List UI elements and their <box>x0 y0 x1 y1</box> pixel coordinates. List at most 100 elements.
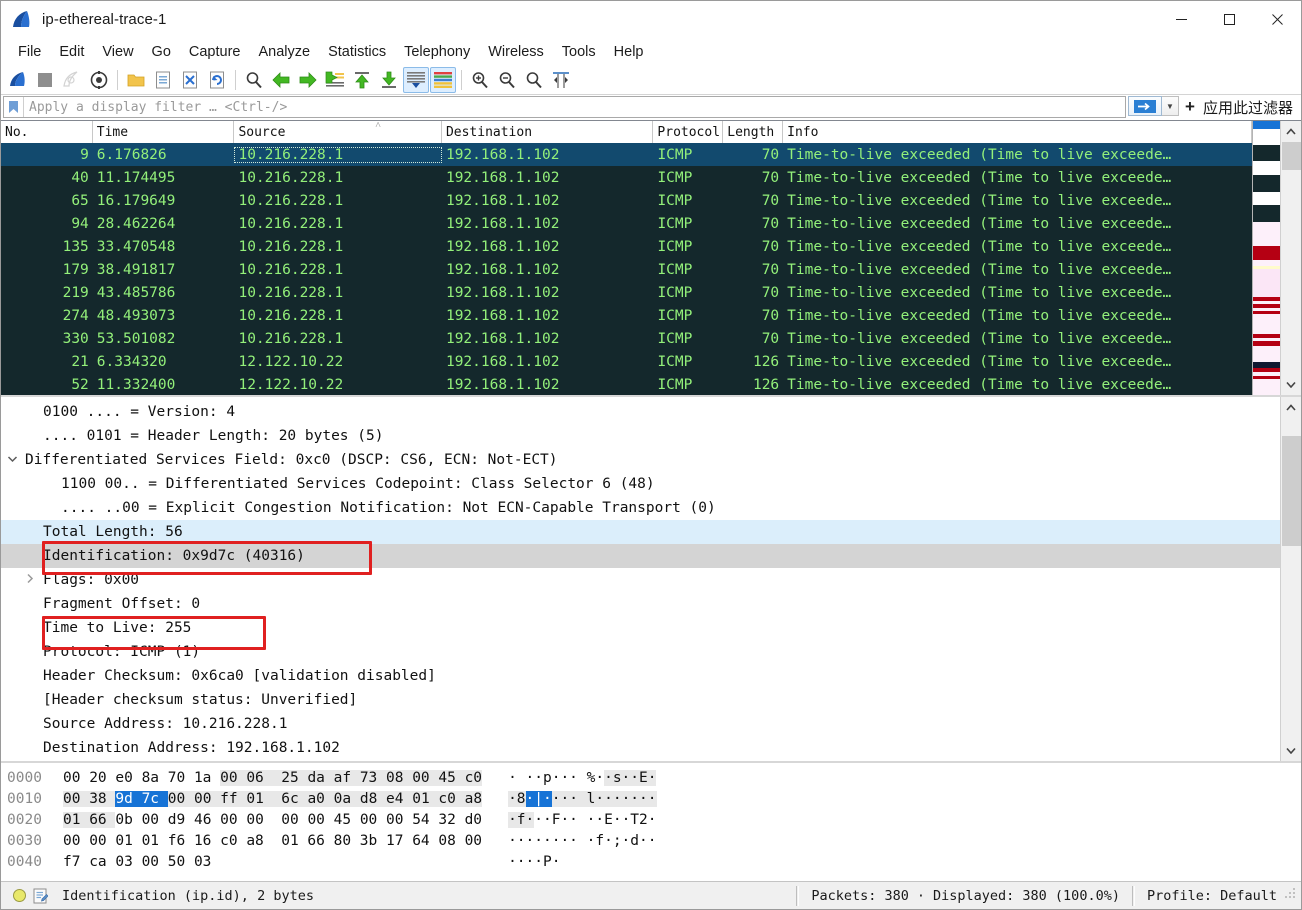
packet-list-body[interactable]: 9 6.176826 10.216.228.1 192.168.1.102 ICMP 70… <box>1 143 1252 395</box>
normal-size-icon[interactable] <box>521 67 547 93</box>
menu-file[interactable]: File <box>9 42 50 63</box>
open-file-icon[interactable] <box>123 67 149 93</box>
hex-ascii-row[interactable]: · ··p··· %· ·s··E· <box>508 767 657 788</box>
auto-scroll-icon[interactable] <box>403 66 429 93</box>
reload-file-icon[interactable] <box>204 67 230 93</box>
packet-row[interactable]: 274 48.493073 10.216.228.1 192.168.1.102 ICM… <box>1 304 1252 327</box>
menu-view[interactable]: View <box>93 42 142 63</box>
column-header-time[interactable]: Time <box>92 121 235 143</box>
detail-row[interactable]: Time to Live: 255 <box>1 616 1280 640</box>
menu-wireless[interactable]: Wireless <box>479 42 553 63</box>
hex-ascii-row[interactable]: ····P· <box>508 851 656 872</box>
zoom-out-icon[interactable] <box>494 67 520 93</box>
detail-row[interactable]: .... 0101 = Header Length: 20 bytes (5) <box>1 424 1280 448</box>
resize-columns-icon[interactable] <box>548 67 574 93</box>
packet-row[interactable]: 52 11.332400 12.122.10.22 192.168.1.102 ICMP… <box>1 373 1252 395</box>
detail-row[interactable]: 0100 .... = Version: 4 <box>1 400 1280 424</box>
details-scroll-down-button[interactable] <box>1281 740 1302 761</box>
apply-filter-button[interactable] <box>1127 96 1162 116</box>
menu-tools[interactable]: Tools <box>553 42 605 63</box>
details-scrollbar-thumb[interactable] <box>1281 436 1301 546</box>
minimize-button[interactable] <box>1157 1 1205 39</box>
hex-dump[interactable]: 0000 0010 0020 0030 0040 00 20 e0 8a 70 1a 00… <box>1 767 657 881</box>
maximize-button[interactable] <box>1205 1 1253 39</box>
apply-this-filter-label[interactable]: 应用此过滤器 <box>1201 96 1299 118</box>
menu-statistics[interactable]: Statistics <box>319 42 395 63</box>
hex-ascii-column[interactable]: · ··p··· %· ·s··E· ·8 ·|· ··· l······· ·f· ··F… <box>508 767 657 881</box>
hex-byte-row[interactable]: 00 20 e0 8a 70 1a 00 06 25 da af 73 08 0… <box>63 767 483 788</box>
column-header-length[interactable]: Length <box>723 121 784 143</box>
hex-byte-row[interactable]: 00 00 01 01 f6 16 c0 a8 01 66 80 3b 17 6… <box>63 830 482 851</box>
column-header-no[interactable]: No. <box>1 121 93 143</box>
menu-go[interactable]: Go <box>143 42 180 63</box>
go-back-icon[interactable] <box>268 67 294 93</box>
hex-ascii-row[interactable]: ·f· ··F·· ··E··T2· <box>508 809 656 830</box>
scrollbar-thumb[interactable] <box>1281 142 1301 170</box>
chevron-down-icon[interactable]: ▼ <box>1161 96 1179 116</box>
menu-help[interactable]: Help <box>605 42 653 63</box>
add-filter-button[interactable]: + <box>1179 96 1201 118</box>
detail-row[interactable]: Total Length: 56 <box>1 520 1280 544</box>
packet-list-minimap[interactable] <box>1252 121 1280 395</box>
detail-row[interactable]: 1100 00.. = Differentiated Services Code… <box>1 472 1280 496</box>
colorize-packets-icon[interactable] <box>430 66 456 93</box>
resize-grip-icon[interactable] <box>1285 887 1297 904</box>
detail-row[interactable]: Destination Address: 192.168.1.102 <box>1 736 1280 760</box>
find-packet-icon[interactable] <box>241 67 267 93</box>
close-file-icon[interactable] <box>177 67 203 93</box>
detail-row[interactable]: Header Checksum: 0x6ca0 [validation disa… <box>1 664 1280 688</box>
packet-row[interactable]: 65 16.179649 10.216.228.1 192.168.1.102 ICMP… <box>1 189 1252 212</box>
scroll-down-button[interactable] <box>1281 374 1302 395</box>
chevron-down-icon[interactable] <box>1 455 23 466</box>
menu-telephony[interactable]: Telephony <box>395 42 479 63</box>
restart-capture-icon[interactable] <box>59 67 85 93</box>
stop-capture-icon[interactable] <box>32 67 58 93</box>
detail-row[interactable]: [Header checksum status: Unverified] <box>1 688 1280 712</box>
chevron-right-icon[interactable] <box>19 573 41 587</box>
go-forward-icon[interactable] <box>295 67 321 93</box>
go-first-packet-icon[interactable] <box>349 67 375 93</box>
packet-row[interactable]: 179 38.491817 10.216.228.1 192.168.1.102 ICM… <box>1 258 1252 281</box>
packet-row[interactable]: 21 6.334320 12.122.10.22 192.168.1.102 ICMP 1… <box>1 350 1252 373</box>
column-header-info[interactable]: Info <box>783 121 1252 143</box>
hex-bytes-column[interactable]: 00 20 e0 8a 70 1a 00 06 25 da af 73 08 0… <box>63 767 483 881</box>
column-header-protocol[interactable]: Protocol <box>653 121 724 143</box>
packet-row[interactable]: 330 53.501082 10.216.228.1 192.168.1.102 ICM… <box>1 327 1252 350</box>
start-capture-icon[interactable] <box>5 67 31 93</box>
capture-file-properties-icon[interactable] <box>33 888 48 904</box>
packet-row[interactable]: 9 6.176826 10.216.228.1 192.168.1.102 ICMP 70… <box>1 143 1252 166</box>
menu-analyze[interactable]: Analyze <box>249 42 319 63</box>
details-scroll-up-button[interactable] <box>1281 397 1302 418</box>
go-last-packet-icon[interactable] <box>376 67 402 93</box>
detail-row[interactable]: Source Address: 10.216.228.1 <box>1 712 1280 736</box>
packet-bytes-pane[interactable]: 0000 0010 0020 0030 0040 00 20 e0 8a 70 1a 00… <box>1 761 1301 881</box>
detail-row[interactable]: Protocol: ICMP (1) <box>1 640 1280 664</box>
close-button[interactable] <box>1253 1 1301 39</box>
hex-byte-row[interactable]: f7 ca 03 00 50 03 <box>63 851 482 872</box>
hex-ascii-row[interactable]: ········ ·f·;·d·· <box>508 830 656 851</box>
packet-row[interactable]: 40 11.174495 10.216.228.1 192.168.1.102 ICMP… <box>1 166 1252 189</box>
scroll-up-button[interactable] <box>1281 121 1302 142</box>
hex-ascii-row[interactable]: ·8 ·|· ··· l······· <box>508 788 657 809</box>
status-profile[interactable]: Profile: Default <box>1139 885 1285 907</box>
detail-row[interactable]: Identification: 0x9d7c (40316) <box>1 544 1280 568</box>
capture-options-icon[interactable] <box>86 67 112 93</box>
packet-details-tree[interactable]: 0100 .... = Version: 4 .... 0101 = Header… <box>1 397 1280 761</box>
detail-row[interactable]: Flags: 0x00 <box>1 568 1280 592</box>
bookmark-icon[interactable] <box>4 97 24 117</box>
packet-row[interactable]: 135 33.470548 10.216.228.1 192.168.1.102 ICM… <box>1 235 1252 258</box>
detail-row[interactable]: Fragment Offset: 0 <box>1 592 1280 616</box>
search-input[interactable]: Apply a display filter … <Ctrl-/> <box>24 100 1125 115</box>
packet-row[interactable]: 219 43.485786 10.216.228.1 192.168.1.102 ICM… <box>1 281 1252 304</box>
menu-capture[interactable]: Capture <box>180 42 250 63</box>
detail-row[interactable]: .... ..00 = Explicit Congestion Notifica… <box>1 496 1280 520</box>
hex-byte-row[interactable]: 01 66 0b 00 d9 46 00 00 00 00 45 00 00 5… <box>63 809 482 830</box>
column-header-source[interactable]: Source ˄ <box>234 121 442 143</box>
details-scrollbar[interactable] <box>1280 397 1301 761</box>
zoom-in-icon[interactable] <box>467 67 493 93</box>
go-to-packet-icon[interactable] <box>322 67 348 93</box>
packet-row[interactable]: 94 28.462264 10.216.228.1 192.168.1.102 ICMP… <box>1 212 1252 235</box>
column-header-destination[interactable]: Destination <box>441 121 654 143</box>
save-file-icon[interactable] <box>150 67 176 93</box>
filter-input-wrapper[interactable]: Apply a display filter … <Ctrl-/> <box>3 96 1126 118</box>
